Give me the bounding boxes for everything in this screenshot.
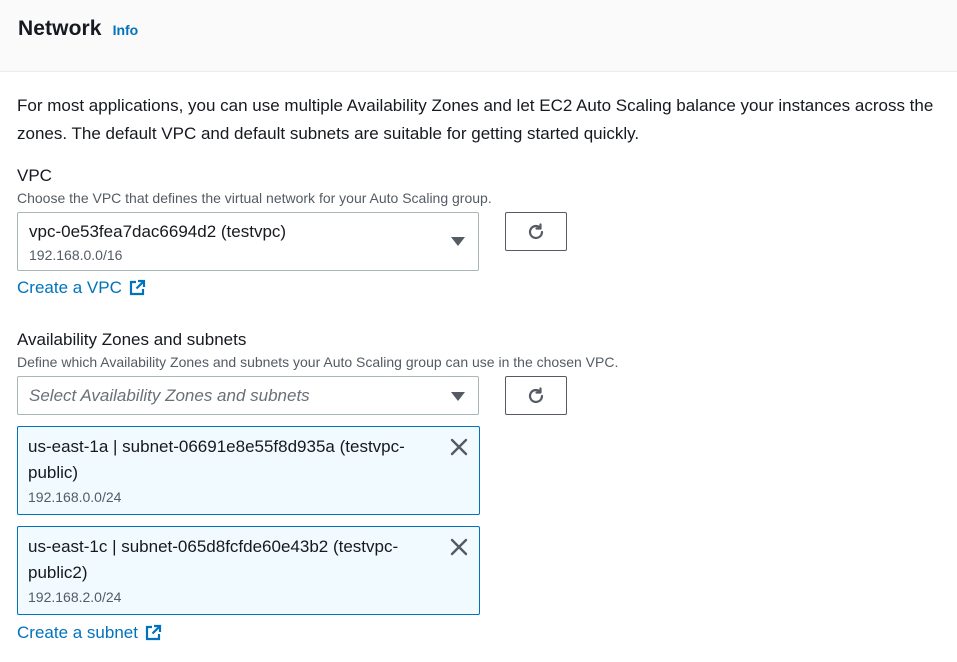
az-hint: Define which Availability Zones and subn…	[17, 354, 619, 370]
subnet-token-label: us-east-1a | subnet-06691e8e55f8d935a (t…	[28, 437, 405, 482]
refresh-icon	[528, 386, 544, 403]
az-field: Availability Zones and subnets Define wh…	[17, 329, 940, 644]
create-vpc-link[interactable]: Create a VPC	[17, 277, 146, 299]
az-select[interactable]: Select Availability Zones and subnets	[17, 376, 479, 415]
az-refresh-button[interactable]	[505, 376, 567, 415]
vpc-field: VPC Choose the VPC that defines the virt…	[17, 165, 940, 299]
network-description: For most applications, you can use multi…	[17, 96, 934, 143]
caret-down-icon	[451, 237, 465, 246]
create-subnet-link-label: Create a subnet	[17, 623, 138, 642]
vpc-label: VPC	[17, 166, 52, 185]
az-select-placeholder: Select Availability Zones and subnets	[29, 386, 310, 405]
vpc-select[interactable]: vpc-0e53fea7dac6694d2 (testvpc) 192.168.…	[17, 212, 479, 271]
subnet-token-cidr: 192.168.0.0/24	[28, 489, 122, 505]
info-link[interactable]: Info	[113, 22, 139, 38]
vpc-hint: Choose the VPC that defines the virtual …	[17, 190, 492, 206]
page-title: Network	[18, 17, 102, 40]
az-token-list: us-east-1a | subnet-06691e8e55f8d935a (t…	[17, 426, 940, 615]
vpc-selected-value: vpc-0e53fea7dac6694d2 (testvpc)	[29, 222, 287, 241]
close-icon[interactable]	[449, 537, 469, 557]
vpc-refresh-button[interactable]	[505, 212, 567, 251]
create-vpc-link-label: Create a VPC	[17, 278, 122, 297]
network-panel-content: For most applications, you can use multi…	[0, 72, 957, 644]
subnet-token-cidr: 192.168.2.0/24	[28, 589, 122, 605]
network-panel-header: Network Info	[0, 0, 957, 72]
refresh-icon	[528, 222, 544, 239]
subnet-token: us-east-1a | subnet-06691e8e55f8d935a (t…	[17, 426, 480, 515]
caret-down-icon	[451, 392, 465, 401]
subnet-token: us-east-1c | subnet-065d8fcfde60e43b2 (t…	[17, 526, 480, 615]
external-link-icon	[145, 624, 162, 641]
external-link-icon	[129, 279, 145, 296]
az-label: Availability Zones and subnets	[17, 330, 247, 349]
vpc-selected-cidr: 192.168.0.0/16	[29, 247, 123, 263]
close-icon[interactable]	[449, 437, 469, 457]
subnet-token-label: us-east-1c | subnet-065d8fcfde60e43b2 (t…	[28, 537, 399, 582]
create-subnet-link[interactable]: Create a subnet	[17, 622, 162, 644]
